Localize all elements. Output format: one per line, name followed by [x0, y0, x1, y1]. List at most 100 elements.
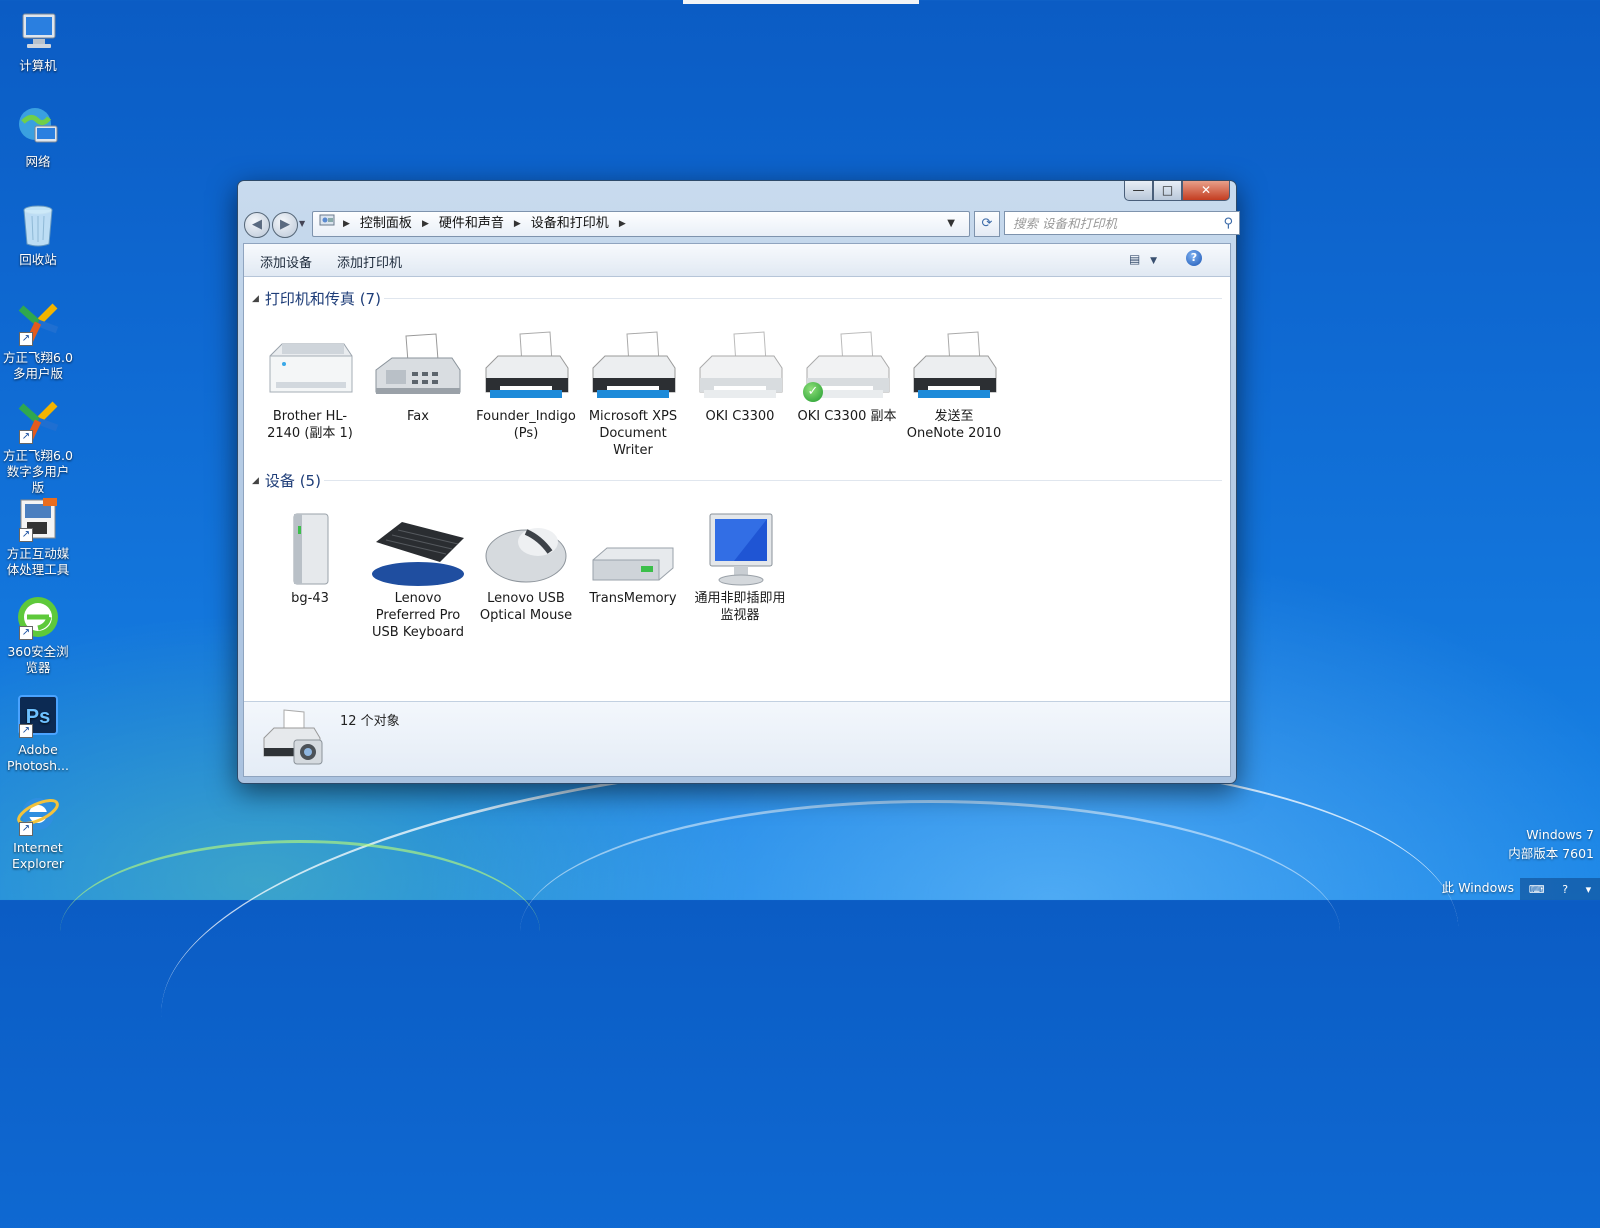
group-header-devices[interactable]: ◢ 设备 (5)	[252, 470, 321, 491]
help-icon: ?	[1190, 251, 1198, 264]
top-window-edge	[683, 0, 919, 4]
desktop-icon-label: 方正飞翔6.0数字多用户版	[3, 448, 73, 495]
internet-explorer-icon: ↗	[15, 790, 61, 836]
search-placeholder: 搜索 设备和打印机	[1013, 216, 1117, 231]
refresh-button[interactable]: ⟳	[974, 211, 1000, 237]
desktop-icon-browser-360[interactable]: ↗ 360安全浏览器	[2, 594, 74, 676]
network-icon	[15, 104, 61, 150]
shortcut-arrow-icon: ↗	[19, 822, 33, 836]
founder-media-tool-icon: ↗	[15, 496, 61, 542]
maximize-button[interactable]: □	[1153, 181, 1182, 201]
keyboard-icon	[372, 512, 464, 586]
content-pane: 添加设备 添加打印机 ▤ ▼ ? ◢ 打印机和传真 (7) Brother HL…	[243, 243, 1231, 777]
desktop-icon-computer[interactable]: 计算机	[2, 8, 74, 74]
printer-icon	[480, 330, 572, 404]
close-button[interactable]: ✕	[1182, 181, 1230, 201]
help-button[interactable]: ?	[1186, 250, 1202, 266]
default-check-icon: ✓	[803, 382, 823, 402]
address-dropdown-icon[interactable]: ▼	[947, 212, 955, 236]
desktop-icon-photoshop[interactable]: Ps ↗ Adobe Photosh...	[2, 692, 74, 774]
computer-tower-icon	[264, 512, 356, 586]
device-item[interactable]: ✓ OKI C3300 副本	[797, 330, 897, 425]
usb-drive-icon	[587, 512, 679, 586]
desktop-icon-founder-feixiang[interactable]: ↗ 方正飞翔6.0多用户版	[2, 300, 74, 382]
desktop-icon-label: 方正互动媒体处理工具	[6, 546, 70, 577]
desktop-icon-label: 360安全浏览器	[7, 644, 69, 675]
device-item[interactable]: OKI C3300	[690, 330, 790, 425]
desktop-icon-label: 网络	[25, 154, 51, 169]
printer-icon	[587, 330, 679, 404]
device-label: Lenovo Preferred Pro USB Keyboard	[372, 591, 464, 640]
back-button[interactable]: ◀	[244, 212, 270, 238]
desktop-icon-network[interactable]: 网络	[2, 104, 74, 170]
printer-icon: ✓	[801, 330, 893, 404]
minimize-button[interactable]: —	[1124, 181, 1153, 201]
shortcut-arrow-icon: ↗	[19, 430, 33, 444]
founder-feixiang-icon: ↗	[15, 300, 61, 346]
keyboard-tray-icon[interactable]: ⌨	[1529, 883, 1545, 896]
device-item[interactable]: bg-43	[260, 512, 360, 607]
item-count: 12 个对象	[340, 714, 400, 729]
device-label: 通用非即插即用监视器	[694, 591, 786, 623]
device-item[interactable]: Lenovo USB Optical Mouse	[476, 512, 576, 624]
device-item[interactable]: 通用非即插即用监视器	[690, 512, 790, 624]
system-tray: ⌨ ? ▾	[1520, 878, 1600, 900]
device-item[interactable]: Lenovo Preferred Pro USB Keyboard	[368, 512, 468, 641]
breadcrumb-item[interactable]: 设备和打印机	[531, 212, 609, 236]
group-divider	[384, 298, 1222, 299]
device-label: Lenovo USB Optical Mouse	[479, 591, 573, 623]
search-icon[interactable]: ⚲	[1223, 212, 1233, 236]
address-bar[interactable]: ▶ 控制面板 ▶ 硬件和声音 ▶ 设备和打印机 ▶ ▼	[312, 211, 970, 237]
mouse-icon	[480, 512, 572, 586]
device-item[interactable]: TransMemory	[583, 512, 683, 607]
photoshop-icon: Ps ↗	[15, 692, 61, 738]
device-item[interactable]: 发送至 OneNote 2010	[904, 330, 1004, 442]
forward-arrow-icon: ▶	[280, 217, 290, 232]
device-label: TransMemory	[589, 591, 677, 606]
breadcrumb-separator-icon[interactable]: ▶	[422, 212, 429, 236]
breadcrumb-separator-icon[interactable]: ▶	[343, 212, 350, 236]
desktop-icon-recycle-bin[interactable]: 回收站	[2, 202, 74, 268]
collapse-triangle-icon: ◢	[252, 475, 259, 486]
history-dropdown-icon[interactable]: ▼	[299, 219, 305, 228]
wallpaper-swoosh	[60, 840, 540, 1023]
add-device-button[interactable]: 添加设备	[260, 252, 312, 271]
command-bar: 添加设备 添加打印机 ▤ ▼ ?	[244, 244, 1230, 277]
breadcrumb-item[interactable]: 控制面板	[360, 212, 412, 236]
refresh-icon: ⟳	[981, 216, 993, 231]
chevron-down-icon: ▼	[1150, 256, 1158, 266]
view-options-button[interactable]: ▤ ▼	[1129, 252, 1157, 266]
device-item[interactable]: Founder_Indigo (Ps)	[476, 330, 576, 442]
help-tray-icon[interactable]: ?	[1562, 883, 1568, 896]
breadcrumb-separator-icon[interactable]: ▶	[619, 212, 626, 236]
caption-buttons: — □ ✕	[1124, 181, 1230, 201]
device-label: Brother HL-2140 (副本 1)	[267, 409, 353, 441]
group-divider	[324, 480, 1222, 481]
device-label: Microsoft XPS Document Writer	[588, 409, 678, 458]
forward-button[interactable]: ▶	[272, 212, 298, 238]
recycle-bin-icon	[15, 202, 61, 248]
breadcrumb-item[interactable]: 硬件和声音	[439, 212, 504, 236]
fax-icon	[372, 330, 464, 404]
desktop-icon-label: Internet Explorer	[11, 840, 65, 871]
desktop-icon-founder-feixiang-digital[interactable]: ↗ 方正飞翔6.0数字多用户版	[2, 398, 74, 496]
windows-watermark-build: 内部版本 7601	[1508, 846, 1594, 861]
device-item[interactable]: Microsoft XPS Document Writer	[583, 330, 683, 459]
control-panel-icon	[319, 212, 335, 237]
collapse-triangle-icon: ◢	[252, 293, 259, 304]
windows-watermark-notice: 此 Windows	[1441, 880, 1514, 895]
device-label: 发送至 OneNote 2010	[906, 409, 1002, 441]
desktop-icon-label: Adobe Photosh...	[6, 742, 69, 773]
device-item[interactable]: Fax	[368, 330, 468, 425]
group-header-printers[interactable]: ◢ 打印机和传真 (7)	[252, 288, 381, 309]
device-label: OKI C3300	[705, 409, 775, 424]
add-printer-button[interactable]: 添加打印机	[337, 252, 402, 271]
desktop-icon-founder-media-tool[interactable]: ↗ 方正互动媒体处理工具	[2, 496, 74, 578]
desktop-icon-internet-explorer[interactable]: ↗ Internet Explorer	[2, 790, 74, 872]
devices-and-printers-window: — □ ✕ ◀ ▶ ▼ ▶ 控制面板 ▶ 硬件和声音 ▶ 设备和打印机 ▶ ▼ …	[237, 180, 1240, 784]
tray-expand-icon[interactable]: ▾	[1586, 883, 1592, 896]
device-item[interactable]: Brother HL-2140 (副本 1)	[260, 330, 360, 442]
breadcrumb-separator-icon[interactable]: ▶	[514, 212, 521, 236]
search-input[interactable]: 搜索 设备和打印机 ⚲	[1004, 211, 1240, 235]
printer-icon	[694, 330, 786, 404]
